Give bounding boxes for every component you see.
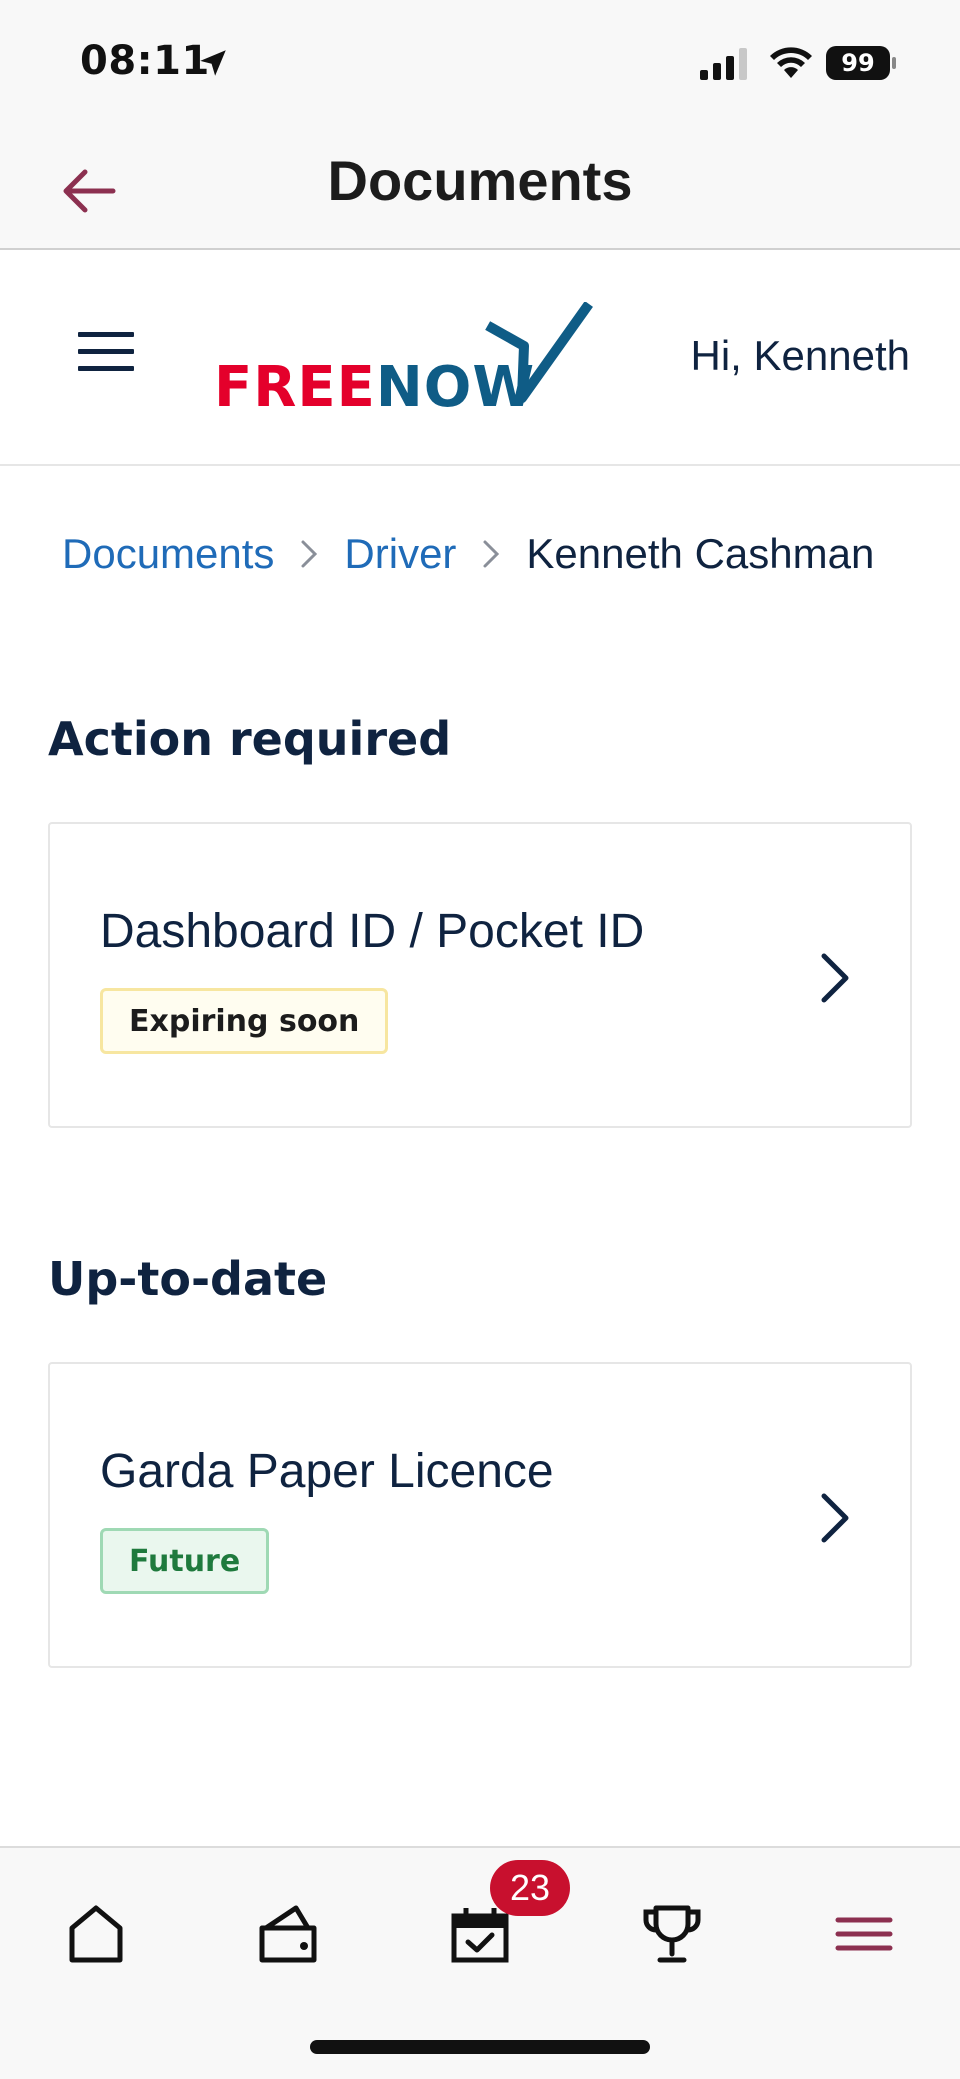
svg-text:FREENOW: FREENOW bbox=[214, 355, 535, 420]
document-title: Dashboard ID / Pocket ID bbox=[100, 905, 645, 958]
chevron-right-icon bbox=[301, 540, 318, 568]
hamburger-line bbox=[78, 349, 134, 354]
app-header: FREENOW Hi, Kenneth bbox=[0, 252, 960, 466]
logo-text-blue: NOW bbox=[376, 355, 535, 420]
status-badge-expiring: Expiring soon bbox=[100, 988, 389, 1054]
top-navigation-bar: Documents bbox=[0, 128, 960, 250]
chevron-right-icon bbox=[821, 1493, 849, 1543]
page-title: Documents bbox=[327, 149, 633, 212]
status-badge-future: Future bbox=[100, 1528, 270, 1594]
breadcrumb-link-documents[interactable]: Documents bbox=[62, 530, 274, 578]
tab-rewards[interactable] bbox=[632, 1894, 712, 1974]
tab-menu[interactable] bbox=[824, 1894, 904, 1974]
menu-icon bbox=[835, 1917, 893, 1951]
freenow-logo[interactable]: FREENOW bbox=[214, 302, 594, 422]
tab-home[interactable] bbox=[56, 1894, 136, 1974]
trophy-icon bbox=[643, 1905, 701, 1963]
hamburger-menu-button[interactable] bbox=[78, 332, 138, 380]
home-icon bbox=[69, 1905, 123, 1963]
section-title-up-to-date: Up-to-date bbox=[48, 1252, 328, 1306]
section-title-action-required: Action required bbox=[48, 712, 452, 766]
status-bar: 08:11 99 bbox=[0, 0, 960, 128]
chevron-right-icon bbox=[821, 953, 849, 1003]
cellular-signal-icon bbox=[700, 48, 747, 80]
hamburger-line bbox=[78, 366, 134, 371]
breadcrumb-link-driver[interactable]: Driver bbox=[344, 530, 456, 578]
status-time: 08:11 bbox=[80, 38, 210, 84]
battery-icon: 99 bbox=[826, 46, 896, 80]
notification-count-badge: 23 bbox=[490, 1860, 570, 1916]
document-card-dashboard-id[interactable]: Dashboard ID / Pocket ID Expiring soon bbox=[48, 822, 912, 1128]
user-greeting: Hi, Kenneth bbox=[690, 332, 910, 379]
document-title: Garda Paper Licence bbox=[100, 1445, 554, 1498]
hamburger-line bbox=[78, 332, 134, 337]
logo-text-red: FREE bbox=[214, 355, 376, 420]
battery-level: 99 bbox=[826, 46, 890, 80]
home-indicator bbox=[310, 2040, 650, 2054]
chevron-right-icon bbox=[483, 540, 500, 568]
breadcrumb-current: Kenneth Cashman bbox=[526, 530, 875, 577]
location-arrow-icon bbox=[200, 50, 226, 76]
wifi-icon bbox=[770, 47, 812, 78]
tab-wallet[interactable] bbox=[248, 1894, 328, 1974]
breadcrumb: Documents Driver Kenneth Cashman bbox=[62, 530, 874, 578]
wallet-icon bbox=[259, 1905, 317, 1963]
bottom-tab-bar: 23 bbox=[0, 1846, 960, 2079]
document-card-garda-licence[interactable]: Garda Paper Licence Future bbox=[48, 1362, 912, 1668]
battery-cap bbox=[892, 57, 896, 69]
